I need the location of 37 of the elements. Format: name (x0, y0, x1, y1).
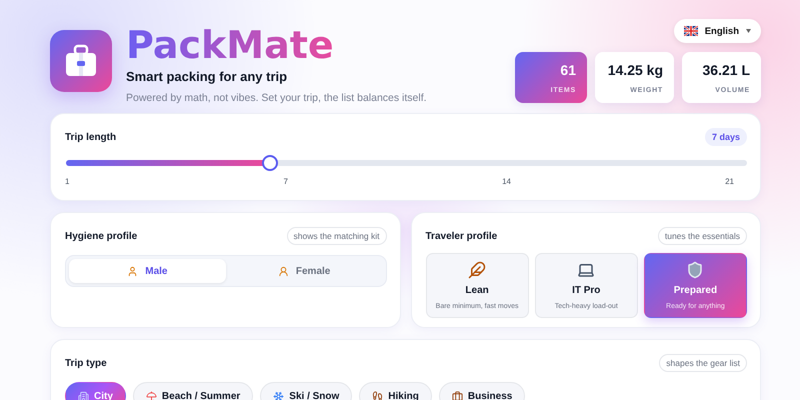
card-title: Trip type (65, 358, 107, 368)
man-icon (127, 266, 138, 276)
card-title: Hygiene profile (65, 230, 138, 242)
briefcase-icon (452, 390, 463, 400)
stat-value: 61 (560, 62, 576, 78)
trip-type-chip[interactable]: Ski / Snow (260, 382, 352, 400)
hint-pill: shows the matching kit (286, 227, 386, 245)
feather-icon (468, 261, 486, 279)
card-title: Traveler profile (426, 230, 498, 242)
gender-option[interactable]: Male (69, 259, 226, 283)
hint-pill: tunes the essentials (658, 227, 747, 245)
slider-thumb[interactable] (262, 155, 278, 171)
tick-label: 7 (284, 177, 288, 186)
woman-icon (278, 266, 289, 276)
slider-track[interactable] (66, 160, 747, 166)
building-icon (78, 390, 89, 400)
card-title: Trip length (65, 132, 116, 142)
laptop-icon (577, 261, 596, 279)
caret-icon (746, 29, 751, 33)
suitcase-logo-icon (50, 30, 112, 92)
app-tagline: Smart packing for any trip (126, 69, 288, 84)
days-badge: 7 days (704, 128, 747, 146)
stat-value: 36.21 L (702, 62, 750, 78)
trip-type-chip[interactable]: Business (438, 382, 526, 400)
hint-pill: shapes the gear list (659, 354, 747, 372)
shield-icon (686, 261, 704, 279)
gender-option[interactable]: Female (226, 259, 382, 283)
stat-value: 14.25 kg (608, 62, 663, 78)
tick-label: 1 (65, 177, 70, 186)
umbrella-icon (146, 390, 157, 400)
flag-icon (684, 26, 698, 36)
language-selector[interactable]: English (674, 19, 761, 43)
app-subtitle: Powered by math, not vibes. Set your trip, the list balances itself. (126, 92, 427, 104)
trip-type-chip[interactable]: Beach / Summer (132, 382, 254, 400)
tick-label: 14 (502, 177, 511, 186)
snowflake-icon (273, 390, 284, 400)
tick-label: 21 (725, 177, 734, 186)
